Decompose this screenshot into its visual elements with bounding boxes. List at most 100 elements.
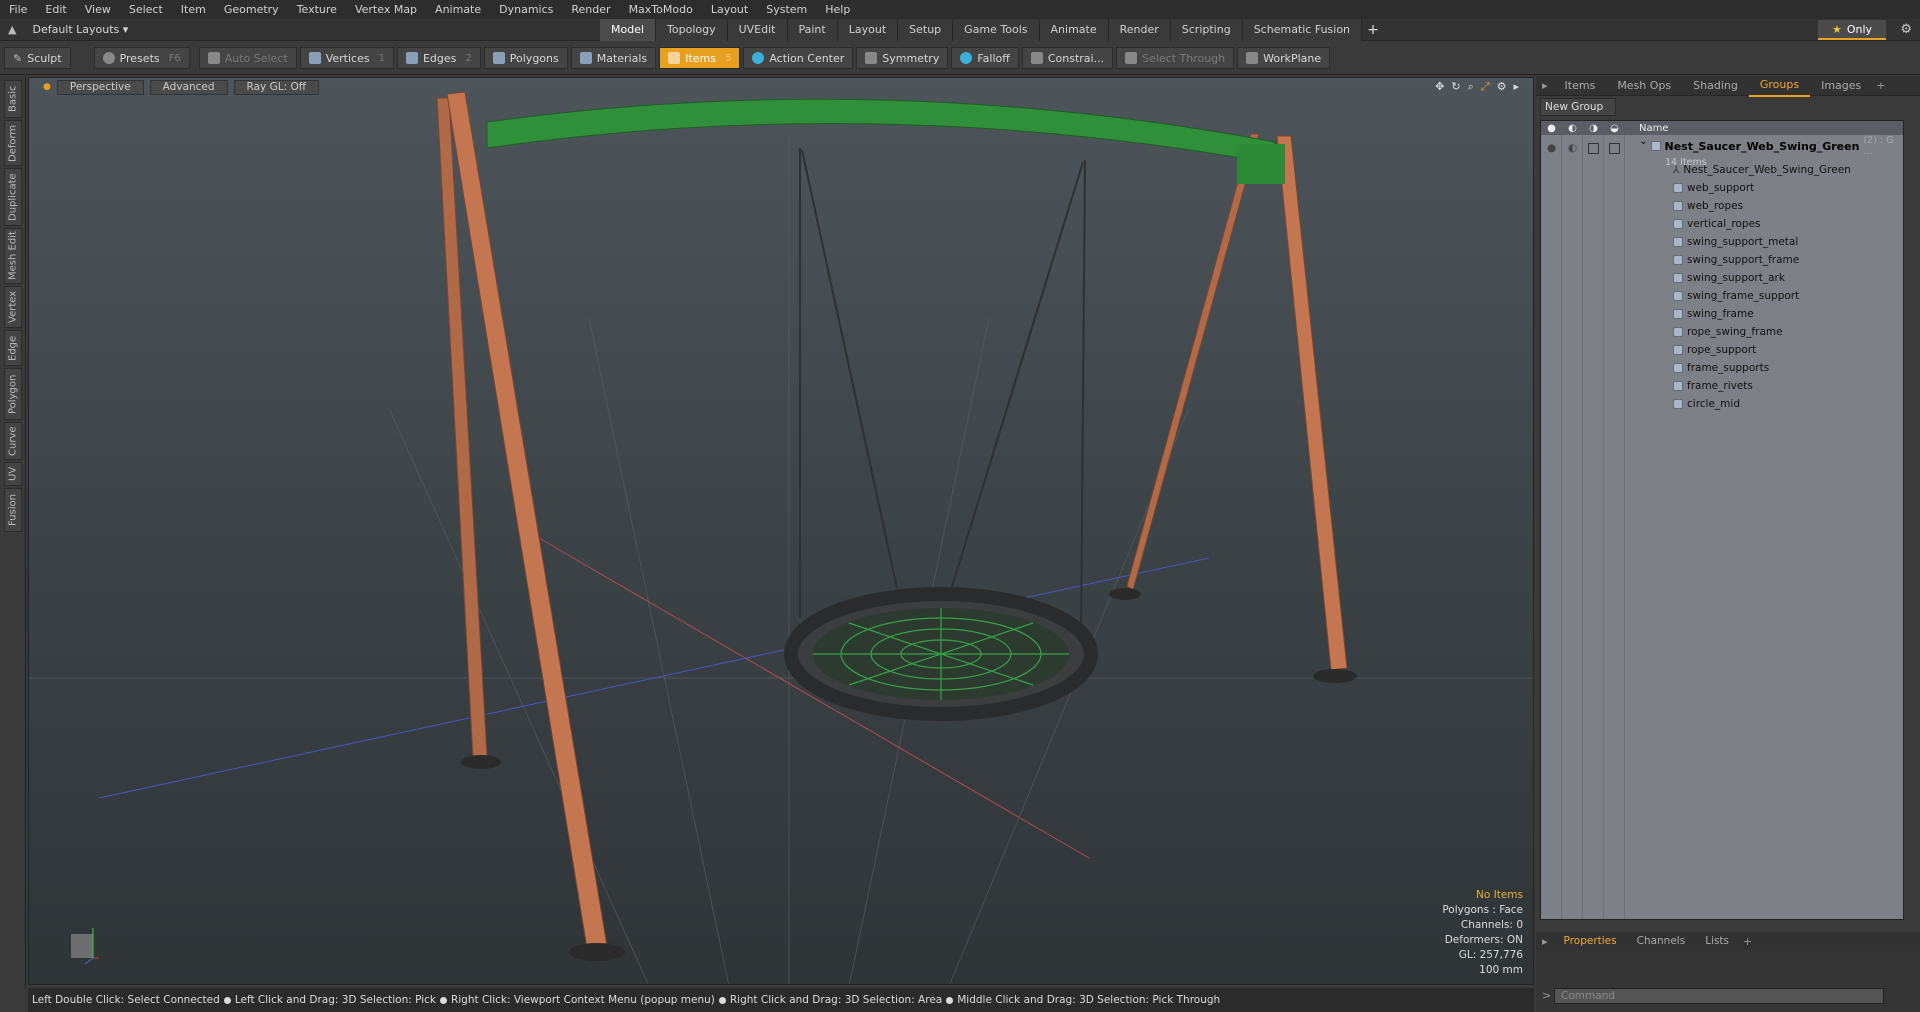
menu-view[interactable]: View bbox=[76, 0, 120, 19]
edges-button[interactable]: Edges 2 bbox=[396, 47, 481, 69]
vtab-edge[interactable]: Edge bbox=[4, 330, 22, 366]
menu-animate[interactable]: Animate bbox=[426, 0, 490, 19]
tab-groups[interactable]: Groups bbox=[1748, 75, 1811, 97]
new-group-button[interactable]: New Group bbox=[1540, 98, 1616, 116]
viewport-menu-icon[interactable]: ● bbox=[43, 82, 51, 92]
tab-channels[interactable]: Channels bbox=[1627, 932, 1696, 950]
shading-mode-button[interactable]: Advanced bbox=[149, 79, 228, 95]
gear-icon[interactable]: ⚙ bbox=[1900, 22, 1912, 37]
add-panel-tab-icon[interactable]: + bbox=[1872, 79, 1889, 92]
list-item[interactable]: web_ropes bbox=[1541, 197, 1903, 215]
layouts-dropdown[interactable]: Default Layouts ▾ bbox=[32, 23, 128, 36]
list-item[interactable]: ⅄ Nest_Saucer_Web_Swing_Green bbox=[1541, 161, 1903, 179]
tab-items[interactable]: Items bbox=[1554, 76, 1607, 96]
list-item[interactable]: frame_rivets bbox=[1541, 377, 1903, 395]
tab-paint[interactable]: Paint bbox=[787, 18, 838, 41]
menu-layout[interactable]: Layout bbox=[702, 0, 757, 19]
list-item[interactable]: circle_mid bbox=[1541, 395, 1903, 413]
zoom-icon[interactable]: ⌕ bbox=[1468, 80, 1474, 94]
group-row[interactable]: ● ◐ ⌄ Nest_Saucer_Web_Swing_Green (2) : … bbox=[1541, 135, 1903, 168]
select-column-icon[interactable]: ◒ bbox=[1604, 123, 1625, 134]
only-toggle[interactable]: ★ Only bbox=[1818, 20, 1886, 40]
raygl-button[interactable]: Ray GL: Off bbox=[233, 79, 319, 95]
list-item[interactable]: rope_support bbox=[1541, 341, 1903, 359]
vertices-button[interactable]: Vertices 1 bbox=[299, 47, 394, 69]
list-item[interactable]: frame_supports bbox=[1541, 359, 1903, 377]
add-properties-tab-icon[interactable]: + bbox=[1739, 935, 1756, 948]
group-lock-icon[interactable] bbox=[1588, 142, 1599, 154]
list-item[interactable]: swing_support_metal bbox=[1541, 233, 1903, 251]
vtab-mesh-edit[interactable]: Mesh Edit bbox=[4, 228, 22, 284]
lock-column-icon[interactable]: ◑ bbox=[1583, 123, 1604, 134]
group-render-icon[interactable]: ◐ bbox=[1568, 142, 1577, 154]
menu-help[interactable]: Help bbox=[816, 0, 859, 19]
list-item[interactable]: vertical_ropes bbox=[1541, 215, 1903, 233]
sculpt-button[interactable]: ✎ Sculpt bbox=[4, 47, 71, 69]
symmetry-button[interactable]: Symmetry bbox=[856, 47, 949, 69]
view-type-button[interactable]: Perspective bbox=[56, 79, 144, 95]
action-center-button[interactable]: Action Center bbox=[743, 47, 854, 69]
tab-uvedit[interactable]: UVEdit bbox=[727, 18, 788, 41]
panel-menu-icon[interactable]: ▸ bbox=[1536, 79, 1554, 92]
list-item[interactable]: web_support bbox=[1541, 179, 1903, 197]
tab-render[interactable]: Render bbox=[1108, 18, 1171, 41]
rotate-icon[interactable]: ↻ bbox=[1451, 80, 1460, 94]
menu-system[interactable]: System bbox=[757, 0, 816, 19]
list-item[interactable]: swing_support_ark bbox=[1541, 269, 1903, 287]
tab-scripting[interactable]: Scripting bbox=[1170, 18, 1243, 41]
tab-images[interactable]: Images bbox=[1810, 76, 1872, 96]
expand-icon[interactable]: ▸ bbox=[1513, 80, 1519, 94]
add-tab-button[interactable]: + bbox=[1362, 19, 1384, 41]
vtab-deform[interactable]: Deform bbox=[4, 120, 22, 166]
vtab-curve[interactable]: Curve bbox=[4, 422, 22, 460]
select-through-button[interactable]: Select Through bbox=[1116, 47, 1235, 69]
tab-properties[interactable]: Properties bbox=[1554, 932, 1627, 950]
polygons-button[interactable]: Polygons bbox=[483, 47, 568, 69]
tab-mesh-ops[interactable]: Mesh Ops bbox=[1606, 76, 1682, 96]
fit-icon[interactable]: ⤢ bbox=[1481, 80, 1490, 94]
menu-render[interactable]: Render bbox=[562, 0, 619, 19]
menu-select[interactable]: Select bbox=[120, 0, 172, 19]
vtab-polygon[interactable]: Polygon bbox=[4, 368, 22, 420]
vtab-vertex[interactable]: Vertex bbox=[4, 286, 22, 328]
tab-model[interactable]: Model bbox=[600, 18, 657, 41]
tab-shading[interactable]: Shading bbox=[1682, 76, 1749, 96]
group-visibility-icon[interactable]: ● bbox=[1547, 142, 1556, 154]
constrain-button[interactable]: Constrai... bbox=[1021, 47, 1114, 69]
tab-lists[interactable]: Lists bbox=[1695, 932, 1739, 950]
pan-icon[interactable]: ✥ bbox=[1435, 80, 1444, 94]
menu-file[interactable]: File bbox=[0, 0, 36, 19]
items-button[interactable]: Items 5 bbox=[659, 47, 741, 69]
3d-viewport[interactable]: ● Perspective Advanced Ray GL: Off ✥ ↻ ⌕… bbox=[28, 77, 1534, 985]
menu-geometry[interactable]: Geometry bbox=[215, 0, 288, 19]
render-column-icon[interactable]: ◐ bbox=[1562, 123, 1583, 134]
tab-animate[interactable]: Animate bbox=[1039, 18, 1109, 41]
tab-game-tools[interactable]: Game Tools bbox=[953, 18, 1040, 41]
command-input[interactable]: Command bbox=[1554, 988, 1884, 1004]
list-item[interactable]: swing_support_frame bbox=[1541, 251, 1903, 269]
viewport-settings-icon[interactable]: ⚙ bbox=[1497, 80, 1507, 94]
falloff-button[interactable]: Falloff bbox=[951, 47, 1019, 69]
materials-button[interactable]: Materials bbox=[570, 47, 657, 69]
menu-maxtomodo[interactable]: MaxToModo bbox=[620, 0, 702, 19]
menu-edit[interactable]: Edit bbox=[36, 0, 75, 19]
presets-button[interactable]: Presets F6 bbox=[93, 47, 190, 69]
tab-layout[interactable]: Layout bbox=[837, 18, 899, 41]
auto-select-button[interactable]: Auto Select bbox=[198, 47, 297, 69]
menu-vertex-map[interactable]: Vertex Map bbox=[346, 0, 426, 19]
visibility-column-icon[interactable]: ● bbox=[1541, 123, 1562, 134]
name-column-header[interactable]: Name bbox=[1639, 123, 1669, 134]
vtab-fusion[interactable]: Fusion bbox=[4, 488, 22, 532]
vtab-uv[interactable]: UV bbox=[4, 462, 22, 486]
collapse-icon[interactable]: ▲ bbox=[8, 23, 16, 36]
menu-dynamics[interactable]: Dynamics bbox=[490, 0, 562, 19]
workplane-button[interactable]: WorkPlane bbox=[1237, 47, 1331, 69]
list-item[interactable]: rope_swing_frame bbox=[1541, 323, 1903, 341]
tab-topology[interactable]: Topology bbox=[656, 18, 728, 41]
vtab-duplicate[interactable]: Duplicate bbox=[4, 168, 22, 226]
tab-setup[interactable]: Setup bbox=[898, 18, 954, 41]
properties-menu-icon[interactable]: ▸ bbox=[1536, 935, 1554, 948]
menu-item[interactable]: Item bbox=[172, 0, 215, 19]
layouts-selector[interactable]: ▲ Default Layouts ▾ bbox=[0, 23, 600, 36]
list-item[interactable]: swing_frame_support bbox=[1541, 287, 1903, 305]
